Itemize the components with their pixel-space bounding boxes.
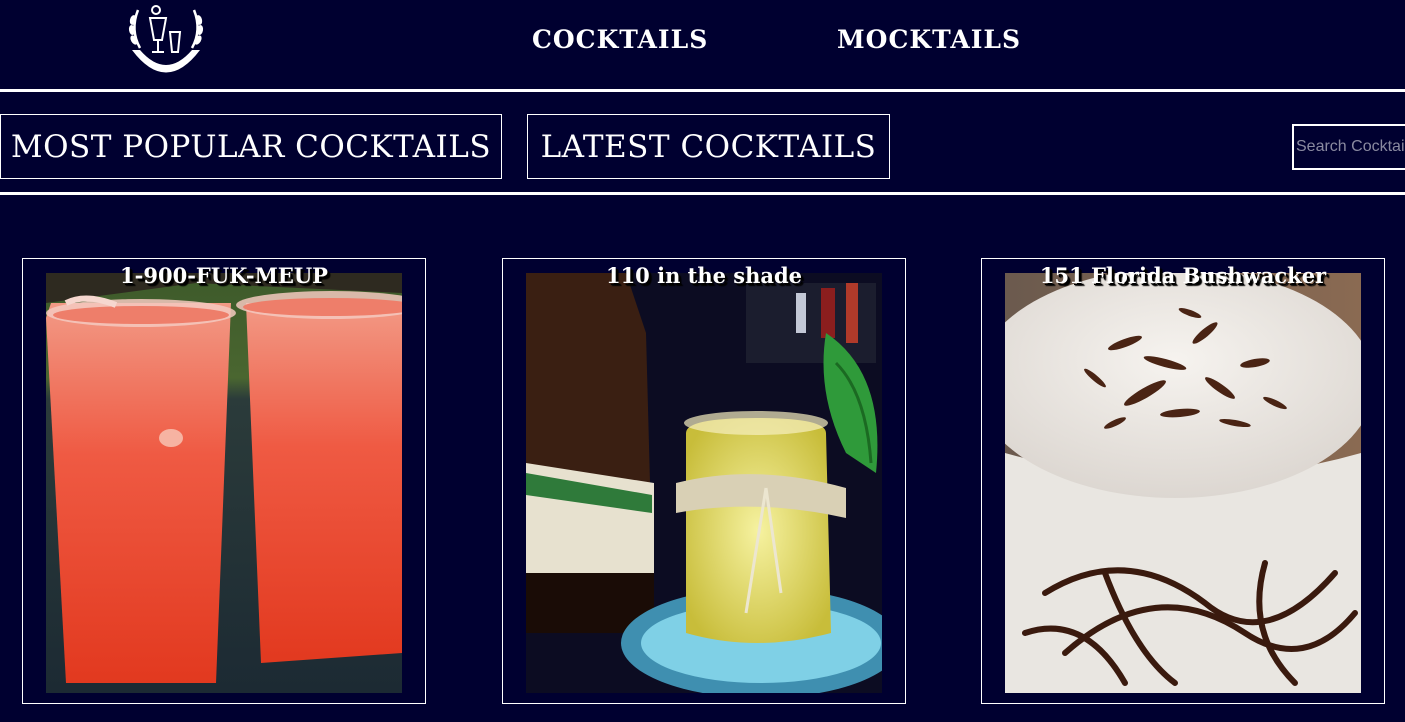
divider (0, 192, 1405, 195)
search-cocktails-input[interactable] (1292, 124, 1405, 170)
cocktail-image (1005, 273, 1361, 693)
page: COCKTAILS MOCKTAILS MOST POPULAR COCKTAI… (0, 0, 1405, 722)
cocktail-image (46, 273, 402, 693)
cocktail-title: 110 in the shade (605, 263, 803, 288)
cocktail-title: 1-900-FUK-MEUP (120, 263, 328, 288)
cocktail-wreath-logo-icon (128, 5, 204, 73)
cocktail-title: 151 Florida Bushwacker (1039, 263, 1327, 288)
divider (0, 89, 1405, 92)
site-logo[interactable] (126, 0, 206, 78)
cocktail-card[interactable]: 151 Florida Bushwacker (981, 258, 1385, 704)
most-popular-cocktails-button[interactable]: MOST POPULAR COCKTAILS (0, 114, 502, 179)
nav-cocktails-link[interactable]: COCKTAILS (532, 25, 708, 54)
cocktail-card[interactable]: 1-900-FUK-MEUP (22, 258, 426, 704)
nav-mocktails-link[interactable]: MOCKTAILS (837, 25, 1021, 54)
cocktail-card[interactable]: 110 in the shade (502, 258, 906, 704)
latest-cocktails-button[interactable]: LATEST COCKTAILS (527, 114, 890, 179)
cocktail-image (526, 273, 882, 693)
